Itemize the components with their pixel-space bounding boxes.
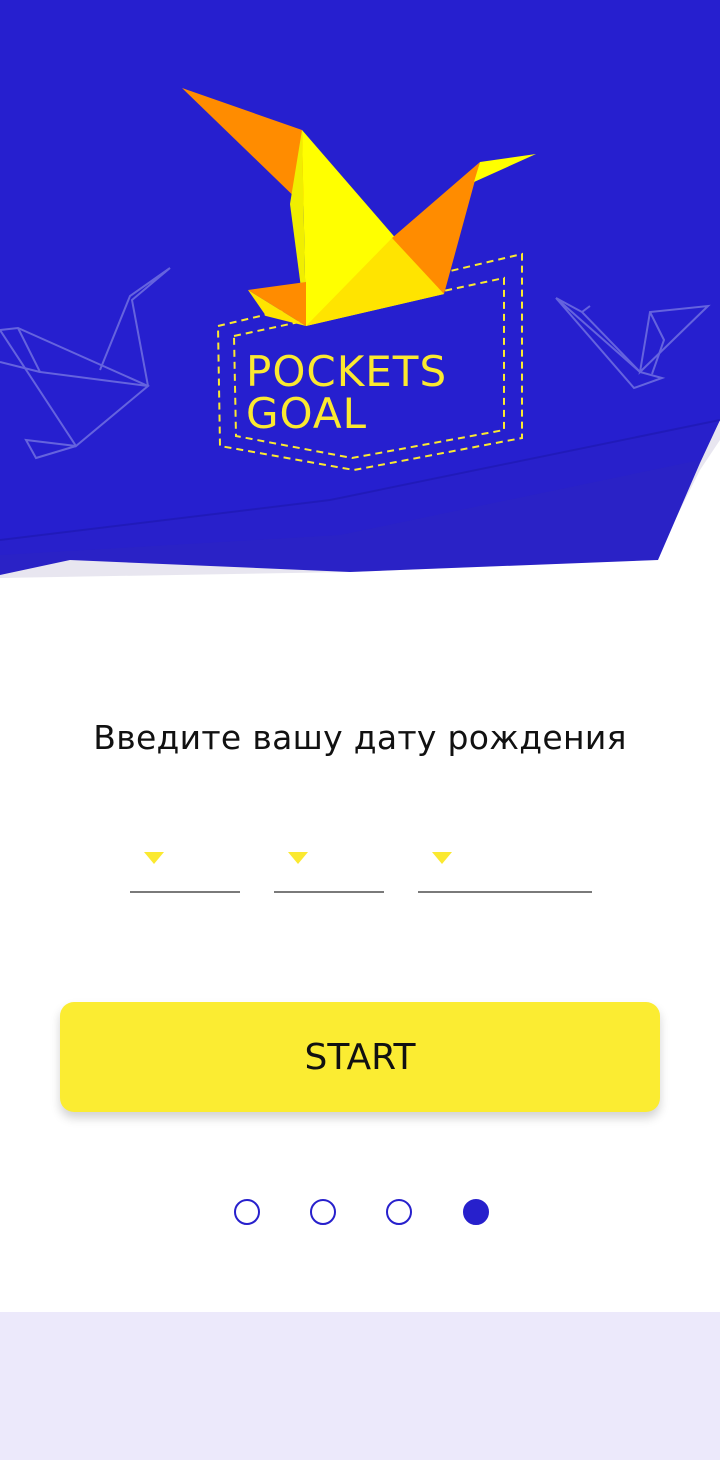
header-graphic: POCKETS GOAL <box>0 0 720 578</box>
page-dot-3[interactable] <box>386 1199 412 1225</box>
bottom-band <box>0 1312 720 1460</box>
logo-text-line2: GOAL <box>246 389 367 438</box>
page-dot-4[interactable] <box>463 1199 489 1225</box>
birthdate-prompt: Введите вашу дату рождения <box>93 718 627 757</box>
start-button[interactable]: START <box>60 1002 660 1112</box>
triangle-down-icon <box>144 852 164 864</box>
triangle-down-icon <box>432 852 452 864</box>
header-banner: POCKETS GOAL <box>0 0 720 600</box>
year-select[interactable] <box>418 835 592 893</box>
day-select[interactable] <box>130 835 240 893</box>
page-dot-2[interactable] <box>310 1199 336 1225</box>
page-dot-1[interactable] <box>234 1199 260 1225</box>
month-select[interactable] <box>274 835 384 893</box>
page-indicator <box>0 1199 720 1225</box>
triangle-down-icon <box>288 852 308 864</box>
